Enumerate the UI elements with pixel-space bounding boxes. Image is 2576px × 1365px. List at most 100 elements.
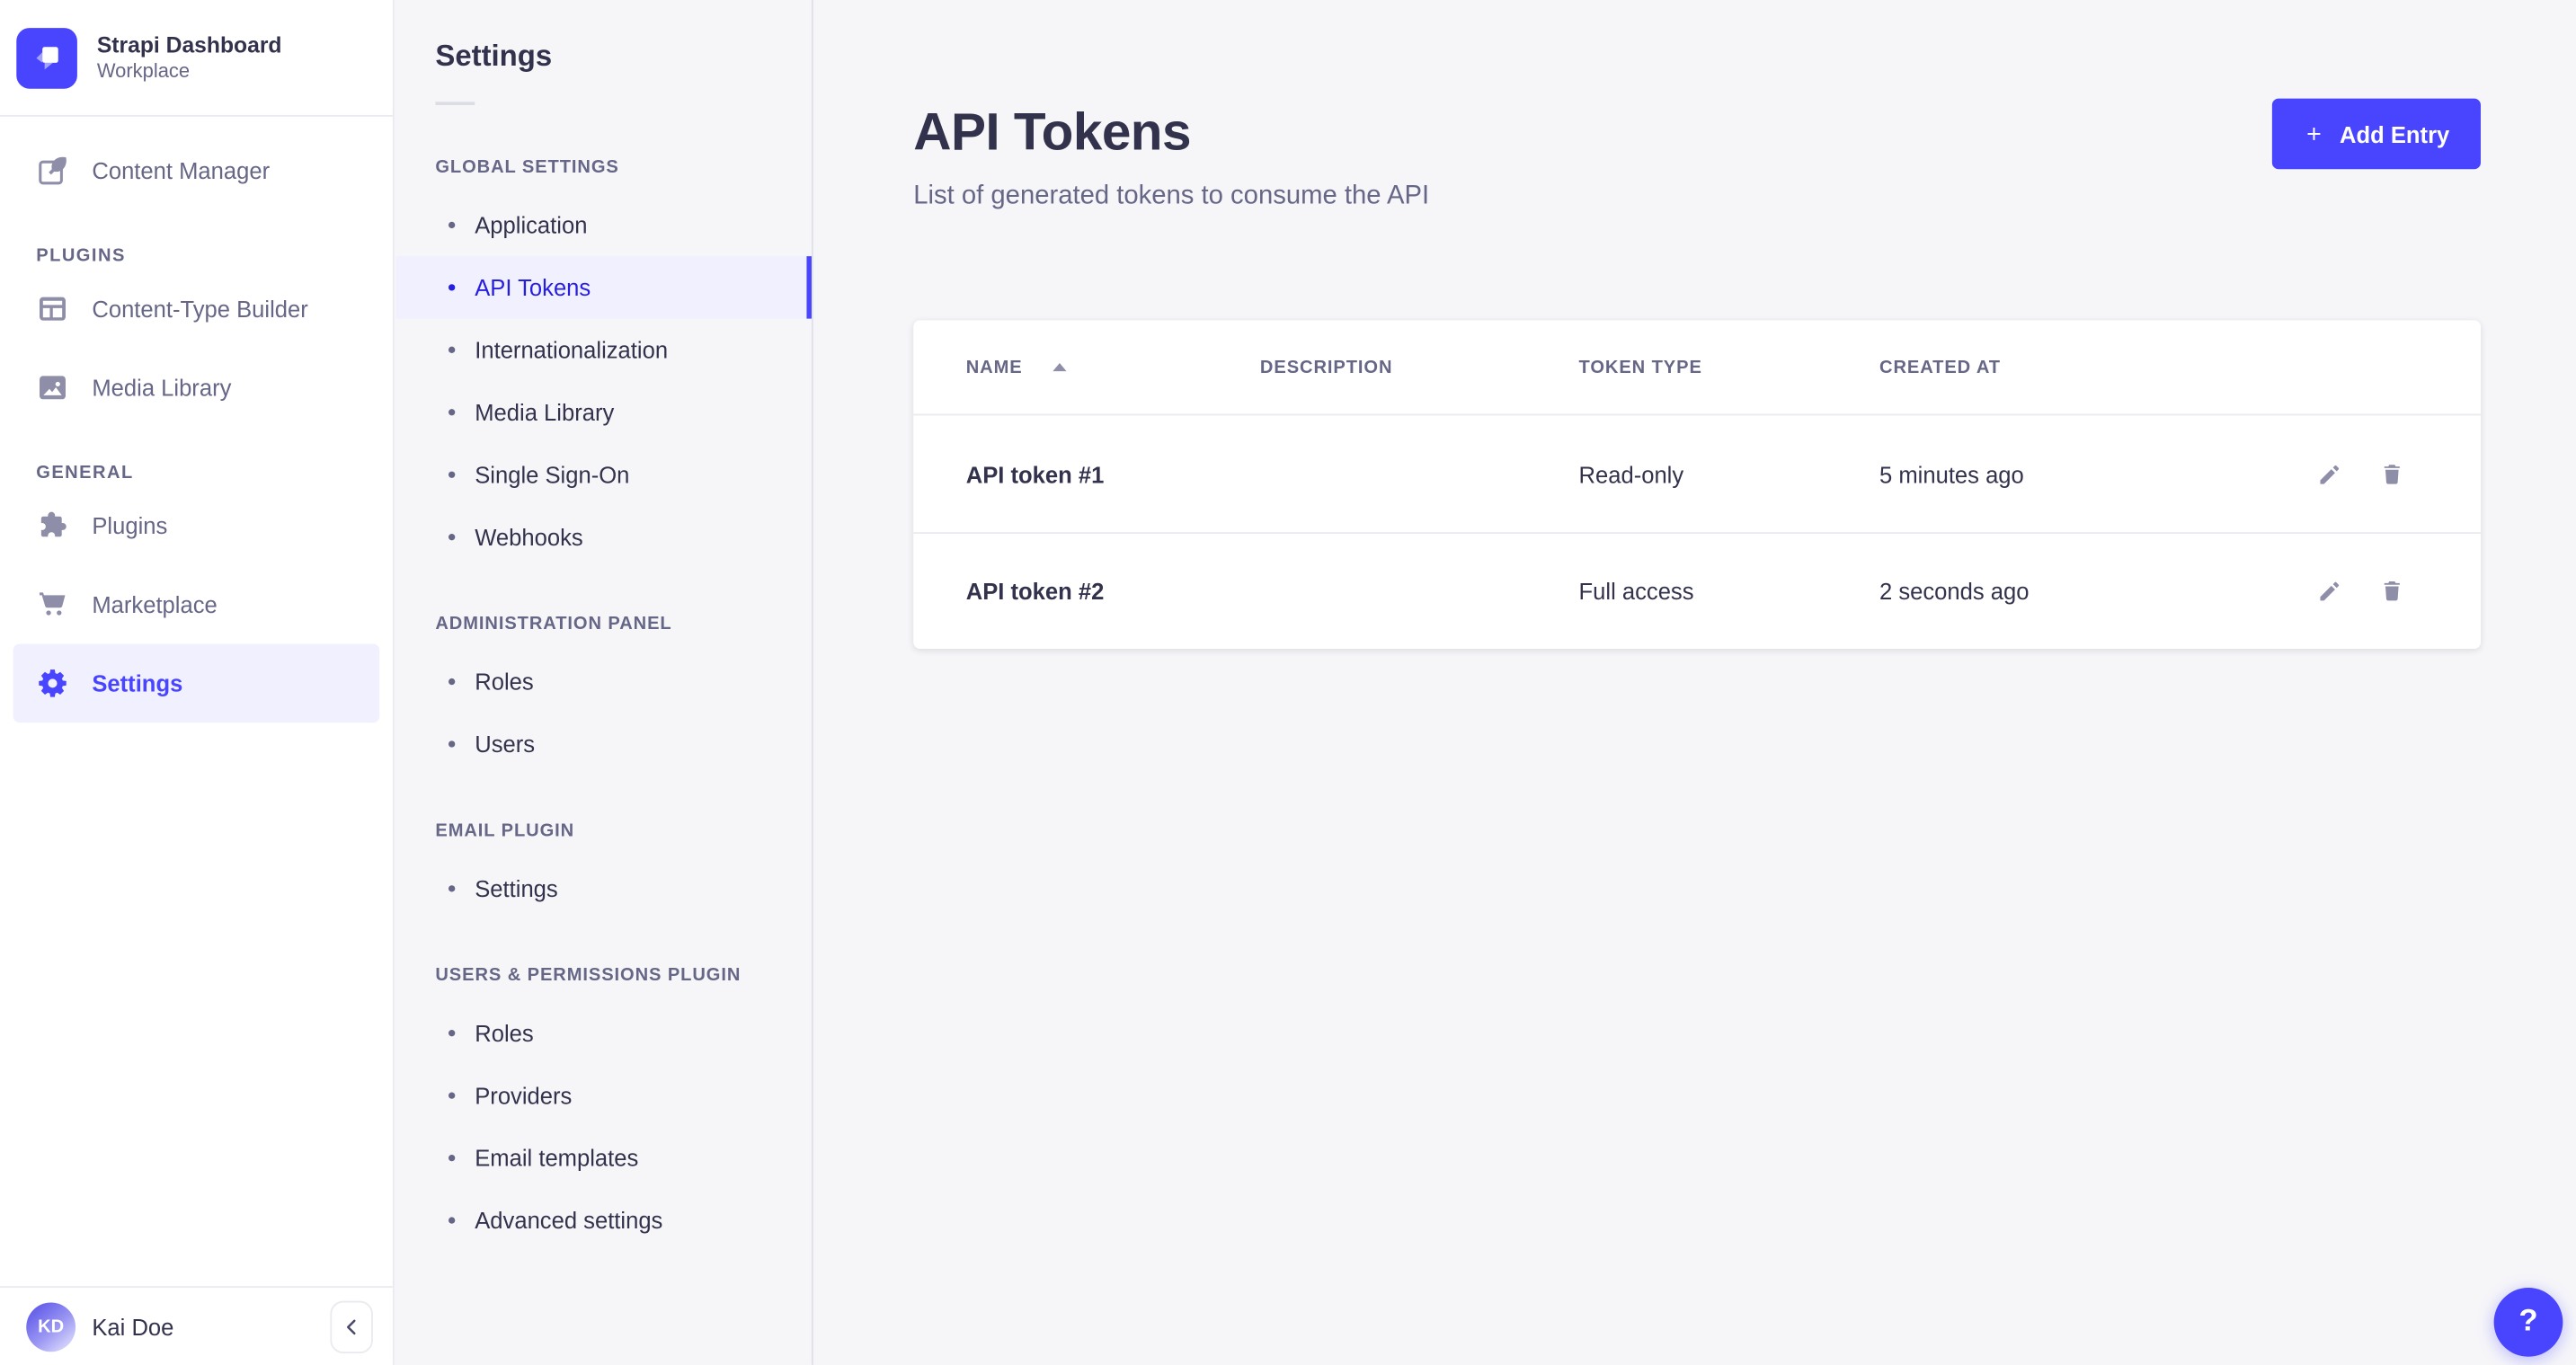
bullet-icon [449, 284, 455, 290]
content-manager-icon [36, 155, 69, 188]
chevron-left-icon [342, 1316, 361, 1336]
help-button[interactable]: ? [2494, 1288, 2563, 1357]
subnav-item-label: Roles [475, 669, 533, 695]
subnav-divider [435, 102, 475, 105]
subnav-item-label: Single Sign-On [475, 462, 629, 488]
bullet-icon [449, 409, 455, 415]
bullet-icon [449, 1155, 455, 1161]
column-header-description: DESCRIPTION [1260, 358, 1579, 377]
bullet-icon [449, 222, 455, 228]
delete-button[interactable] [2379, 578, 2405, 604]
subnav-item-application[interactable]: Application [396, 194, 812, 256]
delete-button[interactable] [2379, 461, 2405, 487]
brand-text: Strapi Dashboard Workplace [97, 31, 282, 84]
subnav-item-email-templates[interactable]: Email templates [396, 1127, 812, 1189]
subnav-item-up-roles[interactable]: Roles [396, 1002, 812, 1064]
bullet-icon [449, 885, 455, 891]
table-header-row: NAME DESCRIPTION TOKEN TYPE CREATED AT [913, 320, 2481, 415]
edit-button[interactable] [2316, 461, 2342, 487]
subnav-item-label: Application [475, 212, 587, 238]
subnav-item-label: Media Library [475, 399, 614, 425]
edit-button[interactable] [2316, 578, 2342, 604]
workspace-brand[interactable]: Strapi Dashboard Workplace [0, 0, 393, 117]
subnav-item-providers[interactable]: Providers [396, 1064, 812, 1126]
bullet-icon [449, 347, 455, 353]
sidebar-item-settings[interactable]: Settings [13, 644, 380, 723]
subnav-item-label: API Tokens [475, 274, 591, 300]
column-header-name[interactable]: NAME [966, 358, 1260, 377]
sidebar-item-label: Content Manager [92, 157, 270, 183]
page-header-text: API Tokens List of generated tokens to c… [913, 99, 1429, 217]
subnav-item-label: Settings [475, 875, 557, 901]
avatar[interactable]: KD [26, 1302, 76, 1352]
column-header-token-type: TOKEN TYPE [1579, 358, 1879, 377]
subnav-item-internationalization[interactable]: Internationalization [396, 319, 812, 381]
sidebar-item-media-library[interactable]: Media Library [0, 348, 393, 427]
brand-workspace: Workplace [97, 59, 282, 84]
bullet-icon [449, 472, 455, 478]
bullet-icon [449, 1217, 455, 1223]
column-header-label: NAME [966, 358, 1023, 377]
trash-icon [2379, 461, 2405, 487]
strapi-logo-icon [16, 27, 77, 88]
sidebar-item-label: Media Library [92, 375, 231, 401]
page-header: API Tokens List of generated tokens to c… [913, 99, 2481, 217]
media-library-icon [36, 371, 69, 404]
pencil-icon [2316, 461, 2342, 487]
page-subtitle: List of generated tokens to consume the … [913, 177, 1429, 217]
table-row[interactable]: API token #2 Full access 2 seconds ago [913, 532, 2481, 649]
sort-ascending-icon [1053, 361, 1069, 373]
settings-subnav: Settings GLOBAL SETTINGS Application API… [396, 0, 813, 1365]
gear-icon [36, 667, 69, 700]
nav-section-general: GENERAL [0, 460, 393, 486]
cell-created-at: 5 minutes ago [1879, 461, 2316, 487]
subnav-item-label: Users [475, 731, 535, 757]
sidebar-item-content-manager[interactable]: Content Manager [0, 131, 393, 210]
brand-name: Strapi Dashboard [97, 31, 282, 59]
plus-icon [2304, 123, 2325, 145]
sidebar-item-label: Content-Type Builder [92, 296, 307, 322]
cell-created-at: 2 seconds ago [1879, 578, 2316, 604]
add-entry-button[interactable]: Add Entry [2272, 99, 2481, 170]
user-name[interactable]: Kai Doe [92, 1313, 173, 1339]
sidebar-item-content-type-builder[interactable]: Content-Type Builder [0, 270, 393, 349]
sidebar-footer: KD Kai Doe [0, 1286, 393, 1365]
subnav-section-header: GLOBAL SETTINGS [396, 155, 812, 181]
trash-icon [2379, 578, 2405, 604]
subnav-item-advanced-settings[interactable]: Advanced settings [396, 1189, 812, 1251]
bullet-icon [449, 678, 455, 685]
subnav-section-administration-panel: ADMINISTRATION PANEL Roles Users [396, 611, 812, 776]
sidebar-item-marketplace[interactable]: Marketplace [0, 565, 393, 644]
nav-section-plugins: PLUGINS [0, 244, 393, 270]
cell-name: API token #1 [966, 461, 1260, 487]
subnav-section-header: USERS & PERMISSIONS PLUGIN [396, 962, 812, 988]
subnav-item-webhooks[interactable]: Webhooks [396, 506, 812, 568]
main-nav-list: Content Manager PLUGINS Content-Type Bui… [0, 117, 393, 722]
subnav-item-api-tokens[interactable]: API Tokens [396, 256, 812, 318]
subnav-item-label: Email templates [475, 1145, 638, 1171]
table-row[interactable]: API token #1 Read-only 5 minutes ago [913, 415, 2481, 532]
subnav-item-email-settings[interactable]: Settings [396, 857, 812, 919]
bullet-icon [449, 1092, 455, 1098]
subnav-item-label: Advanced settings [475, 1207, 662, 1233]
strapi-dashboard-app: Strapi Dashboard Workplace Content Manag… [0, 0, 2576, 1365]
subnav-item-single-sign-on[interactable]: Single Sign-On [396, 444, 812, 506]
bullet-icon [449, 740, 455, 747]
subnav-item-label: Providers [475, 1083, 572, 1109]
subnav-item-media-library[interactable]: Media Library [396, 381, 812, 443]
sidebar-item-label: Plugins [92, 512, 167, 538]
row-actions [2316, 461, 2405, 487]
viewport: Strapi Dashboard Workplace Content Manag… [0, 0, 2576, 1365]
page-title: API Tokens [913, 99, 1429, 164]
pencil-icon [2316, 578, 2342, 604]
cell-token-type: Read-only [1579, 461, 1879, 487]
cell-name: API token #2 [966, 578, 1260, 604]
subnav-item-admin-roles[interactable]: Roles [396, 651, 812, 713]
sidebar-item-plugins[interactable]: Plugins [0, 486, 393, 565]
subnav-title: Settings [396, 0, 812, 75]
sidebar-item-label: Marketplace [92, 591, 217, 617]
subnav-item-label: Roles [475, 1020, 533, 1046]
collapse-nav-button[interactable] [330, 1300, 373, 1352]
marketplace-cart-icon [36, 588, 69, 621]
subnav-item-admin-users[interactable]: Users [396, 713, 812, 775]
